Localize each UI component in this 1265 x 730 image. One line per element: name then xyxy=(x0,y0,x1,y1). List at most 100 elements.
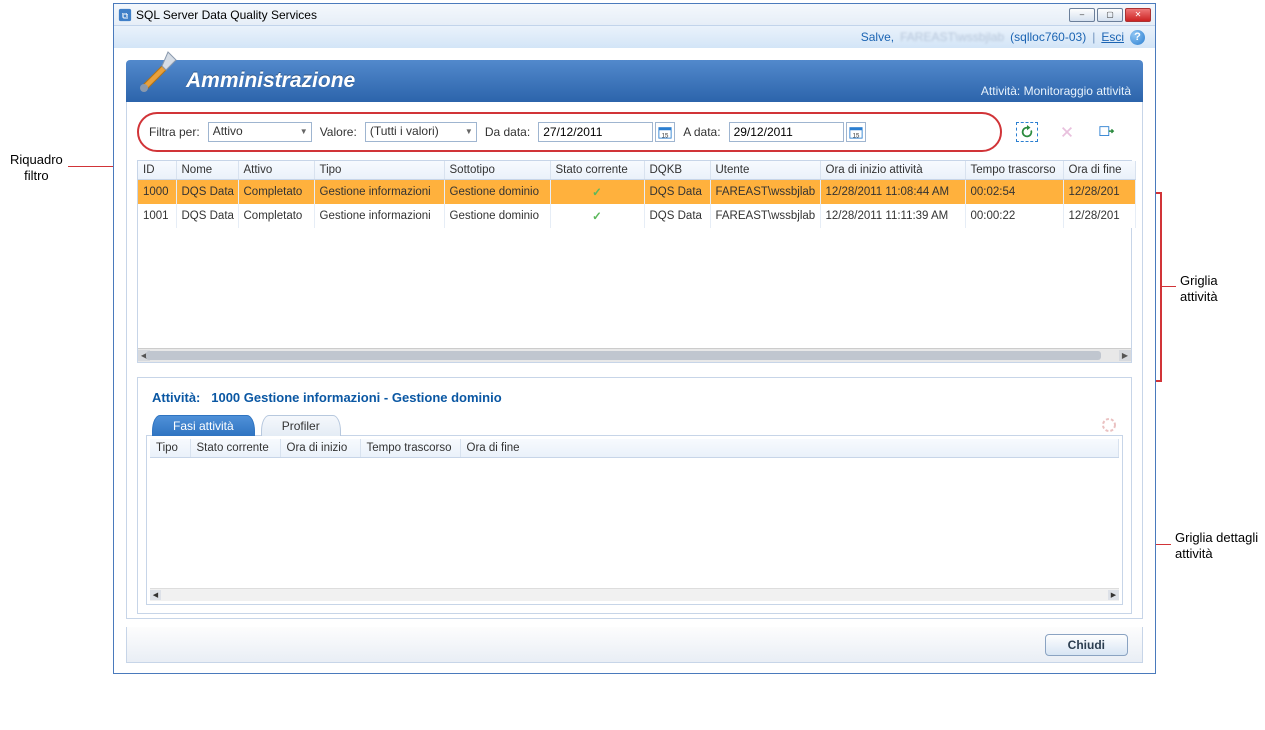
cell-subtype: Gestione dominio xyxy=(444,204,550,228)
cell-dqkb: DQS Data xyxy=(644,204,710,228)
to-date-label: A data: xyxy=(683,125,720,139)
detail-title-sep: - xyxy=(384,390,388,405)
calendar-icon[interactable]: 15 xyxy=(846,122,866,142)
cell-subtype: Gestione dominio xyxy=(444,180,550,205)
cell-type: Gestione informazioni xyxy=(314,180,444,205)
table-row[interactable]: 1000 DQS Data Completato Gestione inform… xyxy=(138,180,1135,205)
filter-by-value: Attivo xyxy=(213,124,243,138)
detail-horizontal-scrollbar[interactable]: ◀ ▶ xyxy=(150,588,1119,601)
filter-pane: Filtra per: Attivo ▼ Valore: (Tutti i va… xyxy=(137,112,1002,152)
detail-title: Attività: 1000 Gestione informazioni - G… xyxy=(152,390,1123,405)
minimize-button[interactable]: – xyxy=(1069,8,1095,22)
stop-icon[interactable] xyxy=(1056,122,1078,142)
welcome-divider: | xyxy=(1092,30,1095,44)
horizontal-scrollbar[interactable]: ◀ ▶ xyxy=(138,348,1131,362)
cell-name: DQS Data xyxy=(176,204,238,228)
detail-empty-area xyxy=(150,458,1119,588)
dcol-start[interactable]: Ora di inizio xyxy=(280,439,360,458)
wrench-screwdriver-icon xyxy=(132,48,180,96)
value-label: Valore: xyxy=(320,125,357,139)
cell-elapsed: 00:02:54 xyxy=(965,180,1063,205)
annotation-filter-pane: Riquadro filtro xyxy=(10,152,63,183)
dcol-state[interactable]: Stato corrente xyxy=(190,439,280,458)
detail-tabs: Fasi attività Profiler xyxy=(152,415,1123,436)
app-icon: ⧉ xyxy=(118,8,132,22)
banner-sub-value: Monitoraggio attività xyxy=(1024,84,1131,98)
tab-phases[interactable]: Fasi attività xyxy=(152,415,255,436)
chevron-down-icon: ▼ xyxy=(300,127,308,136)
maximize-button[interactable]: ▢ xyxy=(1097,8,1123,22)
to-date-input[interactable] xyxy=(729,122,844,142)
chevron-down-icon: ▼ xyxy=(465,127,473,136)
banner-sub-label: Attività: xyxy=(981,84,1020,98)
detail-grid: Tipo Stato corrente Ora di inizio Tempo … xyxy=(146,435,1123,605)
svg-text:15: 15 xyxy=(852,132,859,139)
col-subtype[interactable]: Sottotipo xyxy=(444,161,550,180)
col-name[interactable]: Nome xyxy=(176,161,238,180)
export-icon[interactable] xyxy=(1096,122,1118,142)
scroll-right-icon[interactable]: ▶ xyxy=(1119,350,1131,361)
value-dropdown[interactable]: (Tutti i valori) ▼ xyxy=(365,122,477,142)
col-start[interactable]: Ora di inizio attività xyxy=(820,161,965,180)
grid-empty-area xyxy=(138,228,1131,348)
from-date-input[interactable] xyxy=(538,122,653,142)
help-icon[interactable]: ? xyxy=(1130,30,1145,45)
footer-bar: Chiudi xyxy=(126,627,1143,663)
cell-elapsed: 00:00:22 xyxy=(965,204,1063,228)
dcol-end[interactable]: Ora di fine xyxy=(460,439,1119,458)
svg-text:⧉: ⧉ xyxy=(122,10,129,20)
detail-title-prefix: Attività: xyxy=(152,390,200,405)
welcome-bar: Salve, FAREAST\wssbjlab (sqlloc760-03) |… xyxy=(114,26,1155,48)
welcome-user: FAREAST\wssbjlab xyxy=(900,30,1004,44)
svg-text:15: 15 xyxy=(662,132,669,139)
checkmark-icon: ✓ xyxy=(592,211,602,223)
cell-id: 1001 xyxy=(138,204,176,228)
col-end[interactable]: Ora di fine xyxy=(1063,161,1135,180)
detail-header-row: Tipo Stato corrente Ora di inizio Tempo … xyxy=(150,439,1119,458)
close-button[interactable]: Chiudi xyxy=(1045,634,1128,656)
annotation-activity-grid: Griglia attività xyxy=(1180,273,1218,304)
col-elapsed[interactable]: Tempo trascorso xyxy=(965,161,1063,180)
window-title: SQL Server Data Quality Services xyxy=(136,8,317,22)
cell-end: 12/28/201 xyxy=(1063,180,1135,205)
tab-profiler[interactable]: Profiler xyxy=(261,415,341,436)
dcol-elapsed[interactable]: Tempo trascorso xyxy=(360,439,460,458)
content-area: Filtra per: Attivo ▼ Valore: (Tutti i va… xyxy=(126,102,1143,619)
exit-link[interactable]: Esci xyxy=(1101,30,1124,44)
cell-id: 1000 xyxy=(138,180,176,205)
scroll-right-icon[interactable]: ▶ xyxy=(1108,590,1119,600)
cell-user: FAREAST\wssbjlab xyxy=(710,180,820,205)
titlebar: ⧉ SQL Server Data Quality Services – ▢ ✕ xyxy=(114,4,1155,26)
filter-by-label: Filtra per: xyxy=(149,125,200,139)
scroll-thumb[interactable] xyxy=(146,351,1101,360)
col-active[interactable]: Attivo xyxy=(238,161,314,180)
admin-banner: Amministrazione Attività: Monitoraggio a… xyxy=(126,60,1143,102)
annotation-detail-grid: Griglia dettagli attività xyxy=(1175,530,1258,561)
cell-start: 12/28/2011 11:08:44 AM xyxy=(820,180,965,205)
scroll-left-icon[interactable]: ◀ xyxy=(150,590,161,600)
refresh-icon[interactable] xyxy=(1016,122,1038,142)
filter-by-dropdown[interactable]: Attivo ▼ xyxy=(208,122,312,142)
col-user[interactable]: Utente xyxy=(710,161,820,180)
activity-detail-panel: Attività: 1000 Gestione informazioni - G… xyxy=(137,377,1132,614)
welcome-label: Salve, xyxy=(861,30,894,44)
close-window-button[interactable]: ✕ xyxy=(1125,8,1151,22)
callout-line-activity-grid xyxy=(1162,286,1176,287)
callout-line-filter xyxy=(68,166,118,167)
cell-user: FAREAST\wssbjlab xyxy=(710,204,820,228)
banner-title: Amministrazione xyxy=(186,69,355,93)
cell-end: 12/28/201 xyxy=(1063,204,1135,228)
banner-subtitle: Attività: Monitoraggio attività xyxy=(981,84,1131,98)
cell-dqkb: DQS Data xyxy=(644,180,710,205)
col-type[interactable]: Tipo xyxy=(314,161,444,180)
col-id[interactable]: ID xyxy=(138,161,176,180)
cell-start: 12/28/2011 11:11:39 AM xyxy=(820,204,965,228)
calendar-icon[interactable]: 15 xyxy=(655,122,675,142)
table-row[interactable]: 1001 DQS Data Completato Gestione inform… xyxy=(138,204,1135,228)
checkmark-icon: ✓ xyxy=(592,187,602,199)
col-dqkb[interactable]: DQKB xyxy=(644,161,710,180)
value-value: (Tutti i valori) xyxy=(370,124,439,138)
col-state[interactable]: Stato corrente xyxy=(550,161,644,180)
detail-title-id: 1000 Gestione informazioni xyxy=(211,390,380,405)
dcol-type[interactable]: Tipo xyxy=(150,439,190,458)
